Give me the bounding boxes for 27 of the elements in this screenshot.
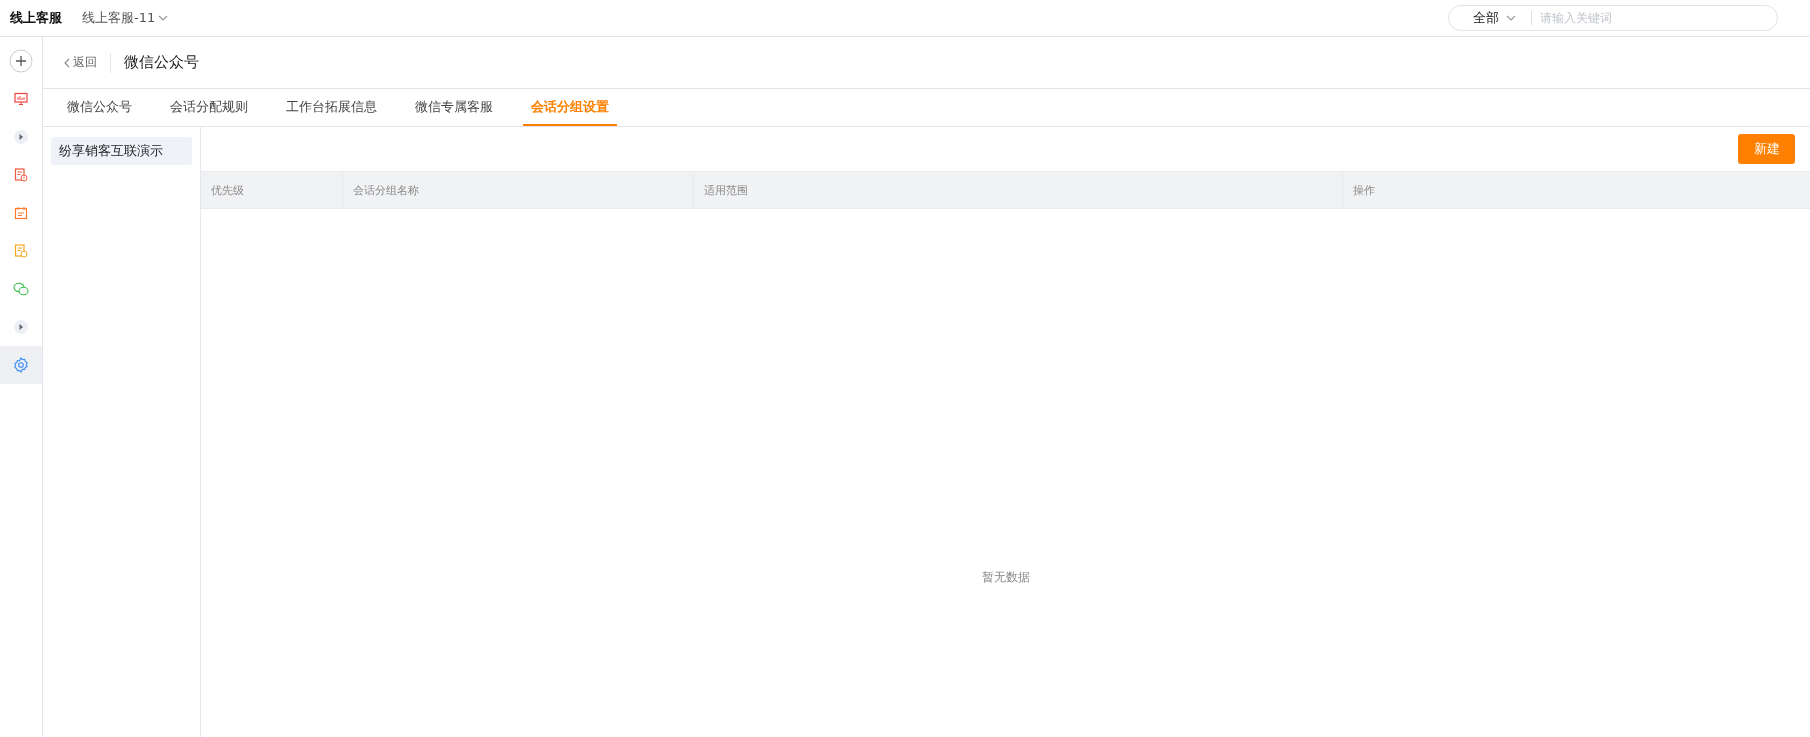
monitor-icon [14,92,28,106]
tab[interactable]: 工作台拓展信息 [278,89,385,126]
tab[interactable]: 微信专属客服 [407,89,501,126]
caret-right-icon [14,130,28,144]
add-icon [9,49,33,73]
calendar-icon [14,206,28,220]
sidebar-item[interactable] [0,346,42,384]
empty-state-text: 暂无数据 [981,569,1030,586]
tab[interactable]: 会话分配规则 [162,89,256,126]
workspace-dropdown[interactable]: 线上客服-11 [82,9,170,27]
chat-icon [13,282,29,296]
group-item[interactable]: 纷享销客互联演示 [51,137,192,165]
caret-right-icon [14,320,28,334]
document-icon [14,168,28,182]
back-link[interactable]: 返回 [63,54,97,71]
app-title: 线上客服 [10,9,62,27]
scope-dropdown[interactable]: 全部 [1473,9,1517,27]
column-header: 优先级 [211,182,244,198]
column-header: 操作 [1353,182,1375,198]
tab[interactable]: 微信公众号 [59,89,140,126]
search-field[interactable]: 请输入关键词 [1538,10,1777,26]
page-title: 微信公众号 [124,53,199,72]
column-header: 适用范围 [704,182,748,198]
column-header: 会话分组名称 [353,182,419,198]
document-icon [14,244,28,258]
settings-icon [13,357,29,373]
chevron-left-icon [63,57,71,68]
